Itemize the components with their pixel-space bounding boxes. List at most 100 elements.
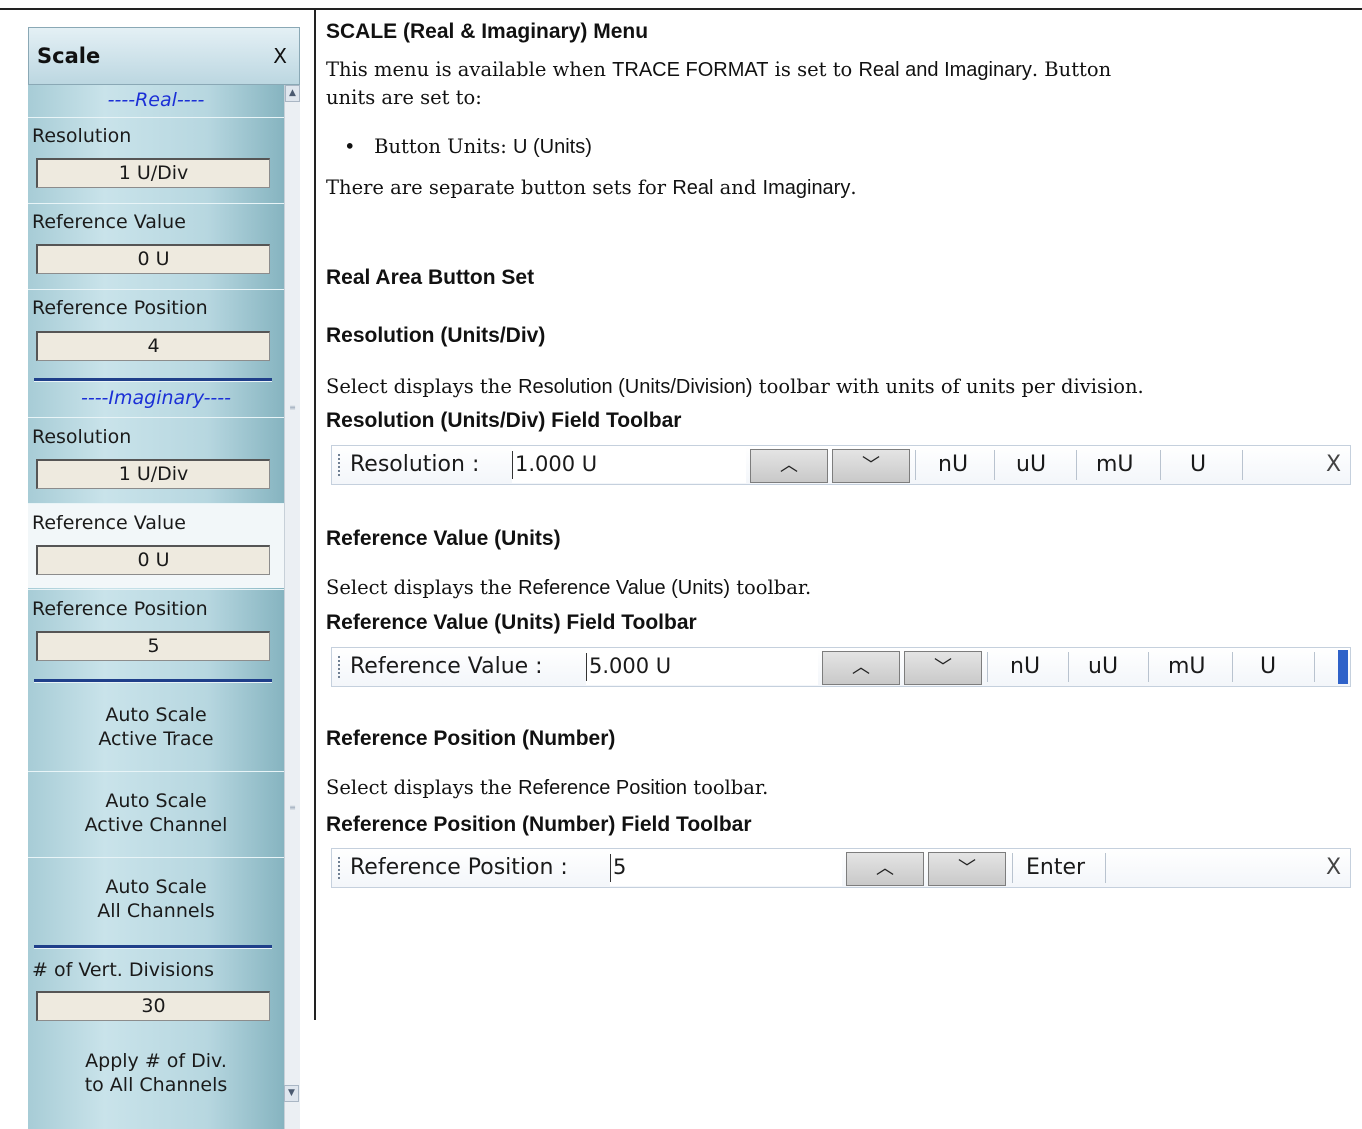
text: . Button xyxy=(1031,58,1112,81)
scroll-down-icon[interactable]: ▼ xyxy=(284,1085,299,1102)
divider xyxy=(987,652,988,682)
text-sans: TRACE FORMAT xyxy=(612,59,769,81)
real-resolution-label: Resolution xyxy=(32,125,132,147)
menu-scrollbar[interactable]: ▲ ≡ ≡ xyxy=(284,85,300,1129)
unit-uU-button[interactable]: uU xyxy=(1016,452,1046,477)
text: Select displays the xyxy=(326,576,519,599)
button-line-2: to All Channels xyxy=(84,1074,228,1096)
ref-pos-toolbar: Reference Position : 5 ︿ ﹀ Enter X xyxy=(331,848,1351,888)
toolbar-overflow-icon[interactable] xyxy=(1338,650,1348,684)
imag-ref-pos-label: Reference Position xyxy=(32,598,208,620)
real-ref-pos-label: Reference Position xyxy=(32,297,208,319)
toolbar-label: Reference Position : xyxy=(350,855,568,880)
auto-scale-active-trace-button[interactable]: Auto Scale Active Trace xyxy=(28,703,284,751)
real-resolution-field[interactable]: 1 U/Div xyxy=(36,158,270,188)
section-divider xyxy=(34,945,272,949)
intro-line-2: units are set to: xyxy=(326,86,482,109)
menu-title-bar: Scale X xyxy=(28,27,300,85)
separator xyxy=(28,771,284,772)
real-ref-value-field[interactable]: 0 U xyxy=(36,244,270,274)
scroll-up-icon[interactable]: ▲ xyxy=(285,85,300,102)
imag-resolution-label: Resolution xyxy=(32,426,132,448)
text-sans: Reference Position xyxy=(518,777,688,799)
button-line-1: Apply # of Div. xyxy=(85,1050,227,1072)
text: toolbar. xyxy=(687,776,769,799)
top-rule xyxy=(0,8,1362,10)
ref-value-toolbar: Reference Value : 5.000 U ︿ ﹀ nU uU mU U xyxy=(331,647,1351,687)
divider xyxy=(1012,853,1013,883)
ref-value-desc: Select displays the Reference Value (Uni… xyxy=(326,576,811,600)
text: There are separate button sets for xyxy=(326,176,673,199)
button-line-2: Active Trace xyxy=(98,728,214,750)
text-sans: Real and Imaginary xyxy=(858,59,1032,81)
divider xyxy=(1160,450,1161,480)
divider xyxy=(1068,652,1069,682)
increment-button[interactable]: ︿ xyxy=(750,449,828,483)
sets-line: There are separate button sets for Real … xyxy=(326,176,857,200)
toolbar-grip-icon[interactable] xyxy=(338,656,340,680)
resolution-toolbar: Resolution : 1.000 U ︿ ﹀ nU uU mU U X xyxy=(331,445,1351,485)
toolbar-grip-icon[interactable] xyxy=(338,857,340,881)
vert-divisions-label: # of Vert. Divisions xyxy=(32,959,215,981)
increment-button[interactable]: ︿ xyxy=(822,651,900,685)
ref-value-toolbar-heading: Reference Value (Units) Field Toolbar xyxy=(326,611,697,634)
ref-pos-desc: Select displays the Reference Position t… xyxy=(326,776,768,800)
toolbar-grip-icon[interactable] xyxy=(338,454,340,478)
apply-divisions-button[interactable]: Apply # of Div. to All Channels xyxy=(28,1049,284,1097)
unit-U-button[interactable]: U xyxy=(1260,654,1276,679)
column-divider xyxy=(314,10,316,1020)
unit-uU-button[interactable]: uU xyxy=(1088,654,1118,679)
text: . xyxy=(850,176,857,199)
bullet-item: • Button Units: U (Units) xyxy=(344,135,592,158)
decrement-button[interactable]: ﹀ xyxy=(832,449,910,483)
decrement-button[interactable]: ﹀ xyxy=(928,852,1006,886)
resolution-heading: Resolution (Units/Div) xyxy=(326,324,546,347)
unit-mU-button[interactable]: mU xyxy=(1168,654,1206,679)
text: toolbar. xyxy=(730,576,812,599)
resolution-input[interactable]: 1.000 U xyxy=(512,447,746,483)
separator xyxy=(28,289,284,290)
imag-section-header: ----Imaginary---- xyxy=(80,387,231,409)
divider xyxy=(1148,652,1149,682)
real-ref-value-label: Reference Value xyxy=(32,211,186,233)
ref-value-input[interactable]: 5.000 U xyxy=(586,649,818,685)
separator xyxy=(28,417,284,418)
real-ref-pos-field[interactable]: 4 xyxy=(36,331,270,361)
ref-pos-input[interactable]: 5 xyxy=(610,850,842,886)
divider xyxy=(1076,450,1077,480)
toolbar-close-button[interactable]: X xyxy=(1326,452,1341,477)
imag-resolution-field[interactable]: 1 U/Div xyxy=(36,459,270,489)
unit-nU-button[interactable]: nU xyxy=(1010,654,1040,679)
increment-button[interactable]: ︿ xyxy=(846,852,924,886)
button-line-2: All Channels xyxy=(97,900,215,922)
button-line-2: Active Channel xyxy=(84,814,228,836)
toolbar-close-button[interactable]: X xyxy=(1326,855,1341,880)
imag-ref-value-field[interactable]: 0 U xyxy=(36,545,270,575)
text: Select displays the xyxy=(326,776,519,799)
decrement-button[interactable]: ﹀ xyxy=(904,651,982,685)
ref-pos-heading: Reference Position (Number) xyxy=(326,727,616,750)
intro-line-1: This menu is available when TRACE FORMAT… xyxy=(326,58,1111,82)
unit-U-button[interactable]: U xyxy=(1190,452,1206,477)
auto-scale-all-channels-button[interactable]: Auto Scale All Channels xyxy=(28,875,284,923)
unit-mU-button[interactable]: mU xyxy=(1096,452,1134,477)
menu-close-button[interactable]: X xyxy=(273,44,287,68)
section-divider xyxy=(34,679,272,683)
imag-ref-pos-field[interactable]: 5 xyxy=(36,631,270,661)
text: toolbar with units of units per division… xyxy=(752,375,1144,398)
resolution-desc: Select displays the Resolution (Units/Di… xyxy=(326,375,1144,399)
divider xyxy=(1242,450,1243,480)
divider xyxy=(994,450,995,480)
enter-button[interactable]: Enter xyxy=(1026,855,1085,880)
button-line-1: Auto Scale xyxy=(105,876,207,898)
menu-body: ----Real---- Resolution 1 U/Div Referenc… xyxy=(28,85,284,1129)
vert-divisions-field[interactable]: 30 xyxy=(36,991,270,1021)
unit-nU-button[interactable]: nU xyxy=(938,452,968,477)
ref-pos-toolbar-heading: Reference Position (Number) Field Toolba… xyxy=(326,813,752,836)
scroll-grip-icon: ≡ xyxy=(289,803,296,812)
auto-scale-active-channel-button[interactable]: Auto Scale Active Channel xyxy=(28,789,284,837)
scroll-grip-icon: ≡ xyxy=(289,403,296,412)
button-line-1: Auto Scale xyxy=(105,704,207,726)
toolbar-label: Resolution : xyxy=(350,452,480,477)
divider xyxy=(1232,652,1233,682)
